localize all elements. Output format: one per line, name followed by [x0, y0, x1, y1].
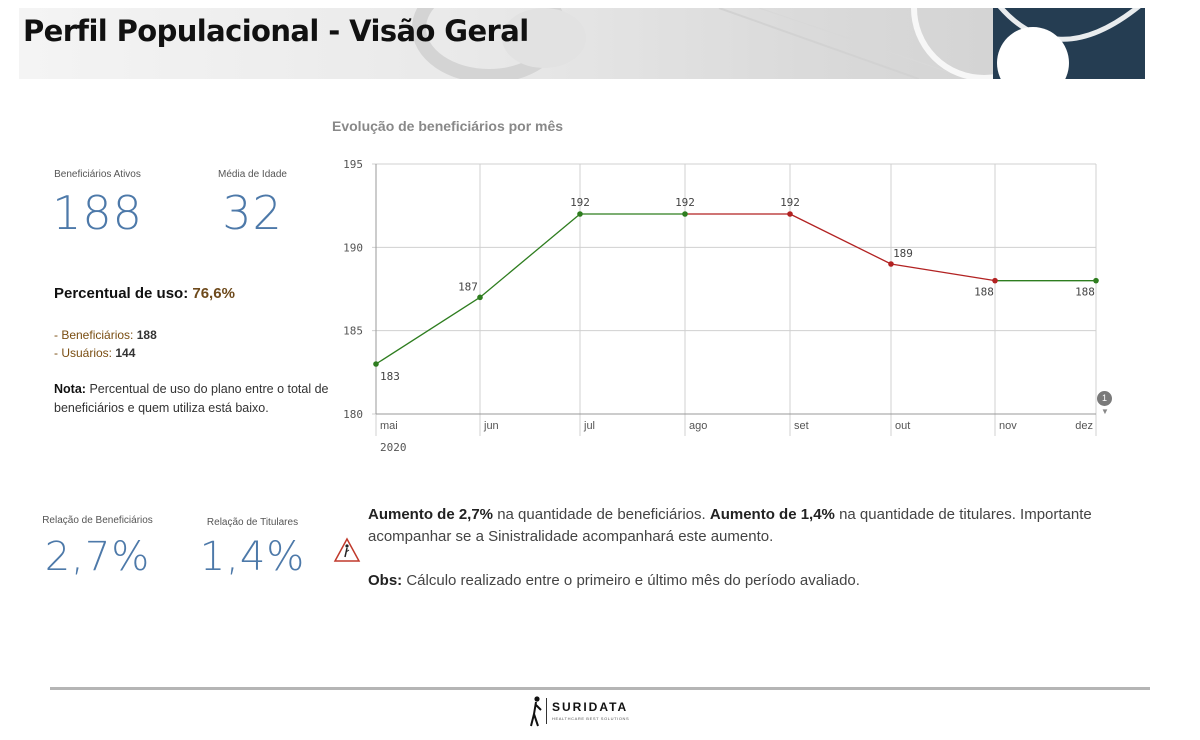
x-tick-label: nov	[999, 420, 1017, 432]
chart-selection-badge[interactable]: 1	[1097, 391, 1112, 406]
data-label: 192	[570, 196, 590, 209]
obs-label: Obs:	[368, 572, 403, 589]
x-tick-label: jun	[483, 420, 499, 432]
data-label: 183	[380, 370, 400, 383]
uso-value: 76,6%	[192, 285, 235, 302]
warning-icon	[333, 537, 361, 562]
chevron-down-icon[interactable]: ▼	[1101, 407, 1109, 416]
aumento1-bold: Aumento de 2,7%	[368, 506, 494, 523]
benef-value: 188	[136, 328, 157, 342]
x-tick-label: jul	[583, 420, 595, 432]
nota-body: Percentual de uso do plano entre o total…	[54, 382, 329, 415]
data-label: 188	[1075, 286, 1095, 299]
obs-text: Obs: Cálculo realizado entre o primeiro …	[368, 570, 1128, 592]
stethoscope-icon	[997, 8, 1141, 79]
data-point	[888, 261, 894, 267]
kpi-rel-tit-label: Relação de Titulares	[206, 517, 299, 528]
page-title: Perfil Populacional - Visão Geral	[23, 14, 529, 48]
kpi-rel-tit-value: 1,4%	[199, 534, 306, 580]
kpi-idade-label: Média de Idade	[218, 169, 287, 180]
obs-body: Cálculo realizado entre o primeiro e últ…	[406, 572, 860, 589]
kpi-rel-benef-label: Relação de Beneficiários	[42, 515, 153, 526]
x-tick-label: mai	[380, 420, 398, 432]
kpi-idade-value: 32	[222, 186, 283, 240]
header-banner: Perfil Populacional - Visão Geral	[19, 8, 1145, 79]
aumento2-bold: Aumento de 1,4%	[709, 506, 835, 523]
nota-text: Nota: Percentual de uso do plano entre o…	[54, 380, 329, 418]
data-point	[1093, 277, 1099, 284]
data-point	[373, 361, 379, 367]
aumento1-text: na quantidade de beneficiários.	[497, 506, 706, 523]
info-aumento-text: Aumento de 2,7% na quantidade de benefic…	[368, 504, 1128, 548]
data-label: 192	[675, 196, 695, 209]
data-point	[787, 211, 793, 217]
series-segment	[890, 263, 996, 282]
uso-title-label: Percentual de uso:	[54, 285, 189, 302]
x-tick-label: dez	[1075, 420, 1093, 432]
x-tick-label: set	[794, 420, 809, 432]
x-tick-label: out	[895, 420, 910, 432]
data-point	[477, 294, 483, 301]
chart-title: Evolução de beneficiários por mês	[332, 118, 564, 134]
usuarios-label: - Usuários:	[54, 346, 113, 360]
series-segment	[479, 213, 581, 298]
data-point	[682, 211, 688, 217]
data-label: 189	[893, 247, 913, 260]
y-tick-label: 195	[343, 158, 363, 171]
line-chart[interactable]: 180 185 190 195 mai jun jul ago set out nov dez 2020…	[330, 150, 1110, 470]
series-segment	[789, 213, 892, 265]
uso-title: Percentual de uso: 76,6%	[54, 285, 235, 302]
x-year-label: 2020	[380, 441, 407, 454]
brand-name: SURIDATA	[552, 700, 629, 714]
kpi-ativos-label: Beneficiários Ativos	[54, 169, 141, 180]
footer-divider	[50, 687, 1150, 690]
x-tick-label: ago	[689, 420, 707, 432]
y-tick-label: 190	[343, 241, 363, 254]
usuarios-value: 144	[115, 346, 136, 360]
data-label: 187	[458, 280, 478, 293]
data-point	[577, 211, 583, 217]
kpi-ativos-value: 188	[52, 186, 143, 240]
data-label: 192	[780, 196, 800, 209]
y-tick-label: 185	[343, 325, 363, 338]
y-tick-label: 180	[343, 408, 363, 421]
kpi-rel-benef-value: 2,7%	[44, 534, 151, 580]
usuarios-line: - Usuários: 144	[54, 346, 135, 360]
benef-label: - Beneficiários:	[54, 328, 134, 342]
golfer-logo-icon	[530, 696, 542, 727]
nota-label: Nota:	[54, 382, 86, 396]
brand-tagline: HEALTHCARE BEST SOLUTIONS	[552, 716, 630, 721]
logo-separator	[546, 698, 547, 724]
data-label: 188	[974, 286, 994, 299]
banner-navy-panel	[993, 8, 1145, 79]
benef-line: - Beneficiários: 188	[54, 328, 157, 342]
data-point	[992, 277, 998, 284]
